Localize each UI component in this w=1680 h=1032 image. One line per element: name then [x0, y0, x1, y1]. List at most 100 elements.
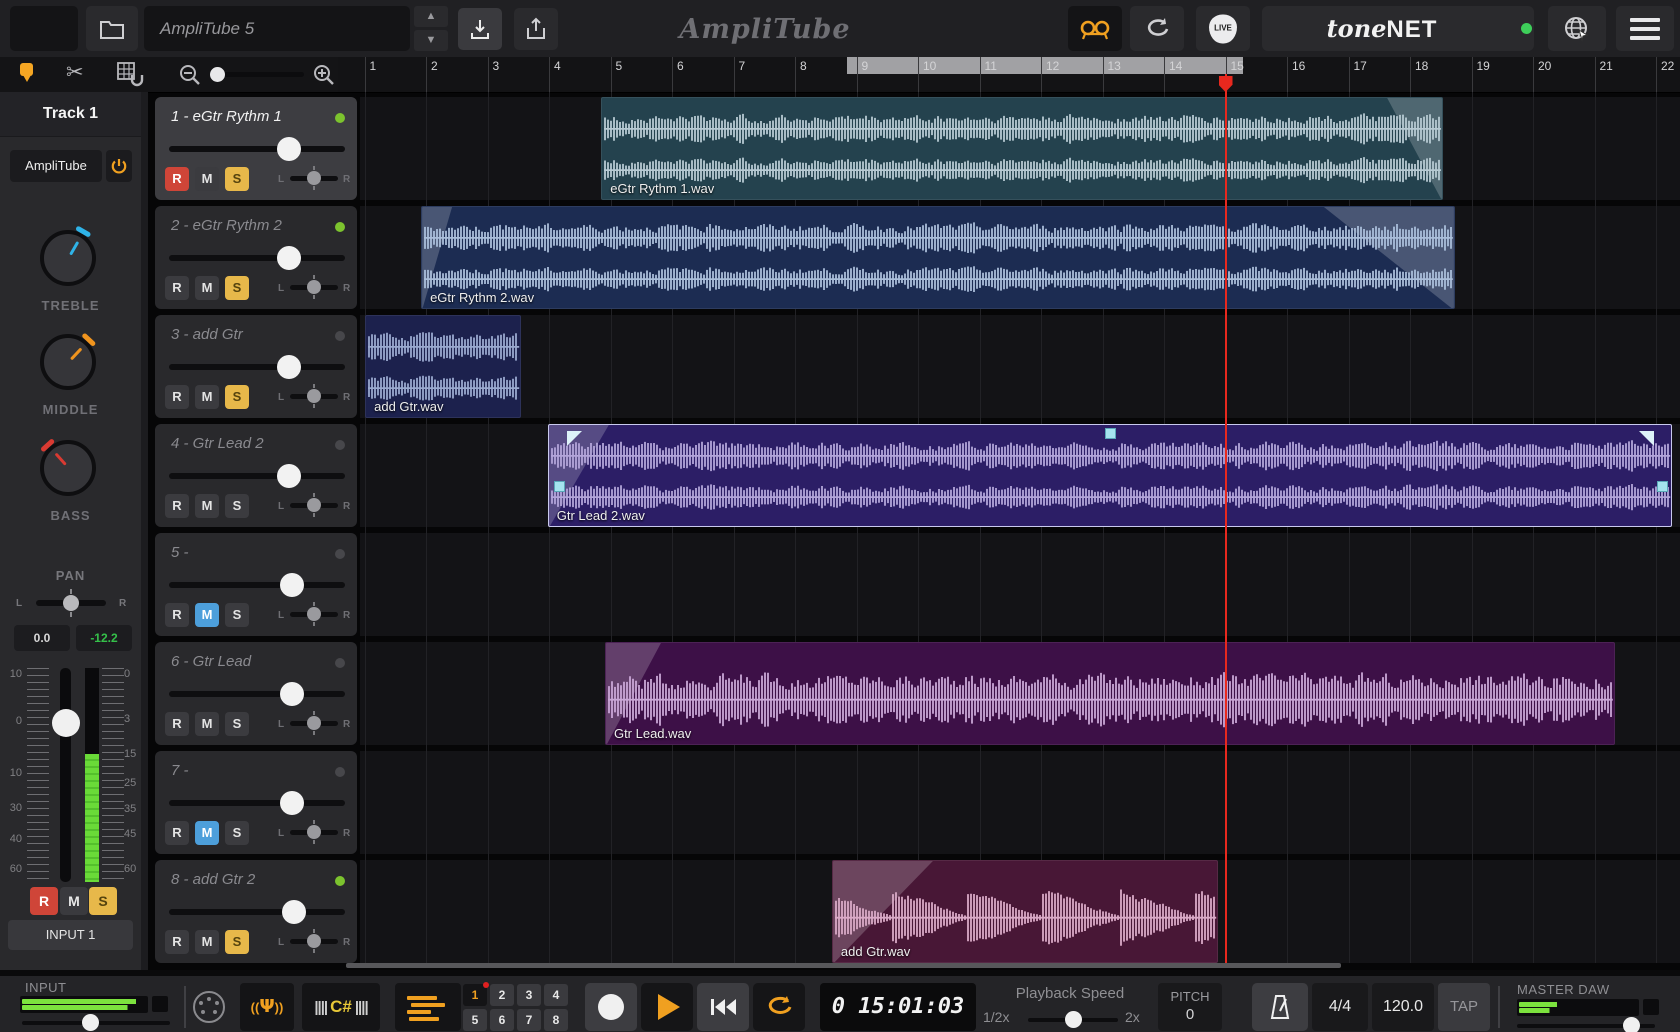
time-display[interactable]: 0 15:01:03 — [820, 983, 976, 1031]
rewind-button[interactable] — [697, 983, 749, 1031]
track-volume-slider[interactable] — [169, 909, 345, 915]
pan-knob[interactable] — [63, 595, 79, 611]
import-button[interactable] — [458, 8, 502, 50]
clip-handle-fade-right[interactable] — [1639, 431, 1654, 446]
zoom-in-icon[interactable] — [312, 63, 336, 87]
track-r-button[interactable]: R — [165, 821, 189, 845]
take-button-1[interactable]: 1 — [463, 984, 487, 1006]
tonenet-panel[interactable]: toneNET — [1262, 6, 1534, 51]
track-pan-knob[interactable] — [307, 389, 321, 403]
playback-speed-slider[interactable] — [1028, 1018, 1118, 1022]
track-s-button[interactable]: S — [225, 494, 249, 518]
track-pan-slider[interactable] — [290, 721, 338, 726]
track-volume-slider[interactable] — [169, 255, 345, 261]
track-lane-3[interactable] — [360, 315, 1680, 418]
preset-up-button[interactable]: ▲ — [414, 6, 448, 27]
audio-clip[interactable]: add Gtr.wav — [832, 860, 1218, 963]
master-volume-slider[interactable] — [1517, 1024, 1655, 1028]
track-header-5[interactable]: 5 -RMSLR — [155, 533, 357, 636]
track-m-button[interactable]: M — [195, 603, 219, 627]
marker-pin-icon[interactable] — [20, 63, 33, 76]
track-volume-knob[interactable] — [277, 246, 301, 270]
track-pan-slider[interactable] — [290, 176, 338, 181]
blank-slot-button[interactable] — [10, 6, 78, 51]
export-button[interactable] — [514, 8, 558, 50]
track-s-button[interactable]: S — [225, 930, 249, 954]
live-mode-button[interactable]: LIVE — [1196, 6, 1250, 51]
zoom-slider[interactable] — [212, 72, 304, 77]
track-pan-knob[interactable] — [307, 934, 321, 948]
take-button-4[interactable]: 4 — [544, 984, 568, 1006]
volume-fader-knob[interactable] — [52, 709, 80, 737]
audio-clip[interactable]: add Gtr.wav — [365, 315, 521, 418]
track-r-button[interactable]: R — [165, 385, 189, 409]
clip-handle-left[interactable] — [554, 481, 565, 492]
arrangement-view-button[interactable] — [395, 983, 461, 1031]
take-button-7[interactable]: 7 — [517, 1009, 541, 1031]
track-header-4[interactable]: 4 - Gtr Lead 2RMSLR — [155, 424, 357, 527]
preset-down-button[interactable]: ▼ — [414, 30, 448, 51]
knob-bass[interactable] — [40, 440, 96, 496]
track-pan-slider[interactable] — [290, 830, 338, 835]
take-button-5[interactable]: 5 — [463, 1009, 487, 1031]
track-r-button[interactable]: R — [165, 494, 189, 518]
input-gain-knob[interactable] — [82, 1014, 99, 1031]
playback-speed-knob[interactable] — [1065, 1011, 1082, 1028]
track-volume-knob[interactable] — [280, 791, 304, 815]
track-volume-knob[interactable] — [277, 464, 301, 488]
take-button-8[interactable]: 8 — [544, 1009, 568, 1031]
snap-grid-magnet-icon[interactable] — [116, 61, 144, 87]
clip-handle-fade-left[interactable] — [567, 431, 582, 446]
track-header-7[interactable]: 7 -RMSLR — [155, 751, 357, 854]
track-header-3[interactable]: 3 - add GtrRMSLR — [155, 315, 357, 418]
track-volume-slider[interactable] — [169, 691, 345, 697]
track-s-button[interactable]: S — [225, 603, 249, 627]
track-volume-knob[interactable] — [280, 573, 304, 597]
main-menu-button[interactable] — [1616, 6, 1674, 51]
input-select-button[interactable]: INPUT 1 — [8, 920, 133, 950]
take-button-6[interactable]: 6 — [490, 1009, 514, 1031]
track-r-button[interactable]: R — [165, 712, 189, 736]
track-header-2[interactable]: 2 - eGtr Rythm 2RMSLR — [155, 206, 357, 309]
track-pan-knob[interactable] — [307, 498, 321, 512]
track-lane-5[interactable] — [360, 533, 1680, 636]
track-r-button[interactable]: R — [165, 276, 189, 300]
track-r-button[interactable]: R — [165, 167, 189, 191]
track-s-button[interactable]: S — [225, 385, 249, 409]
knob-treble[interactable] — [40, 230, 96, 286]
track-s-button[interactable]: S — [225, 712, 249, 736]
play-button[interactable] — [641, 983, 693, 1031]
track-volume-slider[interactable] — [169, 800, 345, 806]
track-pan-knob[interactable] — [307, 825, 321, 839]
track-m-button[interactable]: M — [195, 276, 219, 300]
track-pan-slider[interactable] — [290, 285, 338, 290]
track-volume-slider[interactable] — [169, 582, 345, 588]
track-m-button[interactable]: M — [60, 887, 88, 915]
track-pan-knob[interactable] — [307, 171, 321, 185]
open-preset-button[interactable] — [86, 6, 138, 51]
track-pan-slider[interactable] — [290, 939, 338, 944]
track-m-button[interactable]: M — [195, 494, 219, 518]
take-button-3[interactable]: 3 — [517, 984, 541, 1006]
track-m-button[interactable]: M — [195, 821, 219, 845]
track-s-button[interactable]: S — [225, 276, 249, 300]
track-volume-knob[interactable] — [280, 682, 304, 706]
track-volume-knob[interactable] — [282, 900, 306, 924]
time-signature-display[interactable]: 4/4 — [1312, 983, 1368, 1031]
plugin-power-button[interactable] — [106, 150, 132, 182]
record-button[interactable] — [585, 983, 637, 1031]
knob-middle[interactable] — [40, 334, 96, 390]
network-browser-button[interactable] — [1548, 6, 1606, 51]
horizontal-scrollbar[interactable] — [346, 963, 1341, 968]
track-header-1[interactable]: 1 - eGtr Rythm 1RMSLR — [155, 97, 357, 200]
track-r-button[interactable]: R — [165, 930, 189, 954]
track-header-8[interactable]: 8 - add Gtr 2RMSLR — [155, 860, 357, 963]
track-r-button[interactable]: R — [165, 603, 189, 627]
track-pan-slider[interactable] — [290, 612, 338, 617]
tap-tempo-button[interactable]: TAP — [1438, 983, 1490, 1031]
playhead[interactable] — [1225, 74, 1228, 963]
pan-slider[interactable] — [36, 600, 106, 606]
preset-name-field[interactable]: AmpliTube 5 — [144, 6, 410, 51]
tuner-button[interactable]: ((Ψ)) — [240, 983, 294, 1031]
track-lane-7[interactable] — [360, 751, 1680, 854]
